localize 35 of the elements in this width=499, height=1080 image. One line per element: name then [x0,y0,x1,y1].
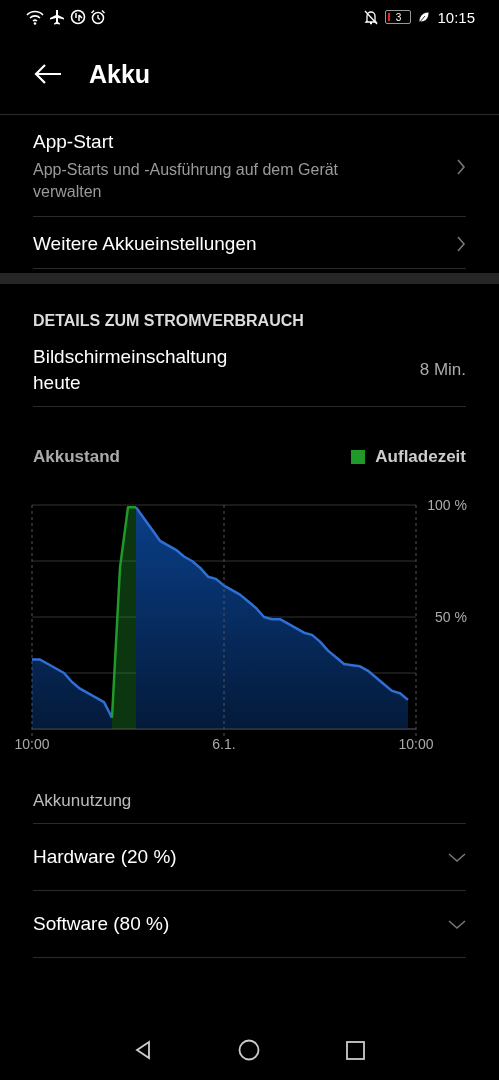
back-arrow-icon[interactable] [33,62,63,86]
screen-time-value: 8 Min. [419,360,466,380]
data-saver-icon [70,9,86,25]
axis-label: 10:00 [398,736,434,752]
muted-bell-icon [363,9,380,25]
axis-label: 100 % [427,497,467,513]
axis-label: 6.1. [212,736,236,752]
setting-title: Weitere Akkueinstellungen [33,233,257,255]
setting-title: App-Start [33,131,115,153]
chevron-down-icon [448,851,466,863]
back-icon[interactable] [134,1040,152,1060]
legend-label: Aufladezeit [375,447,466,467]
section-heading: DETAILS ZUM STROMVERBRAUCH [32,311,305,331]
page-title: Akku [89,59,151,89]
axis-label: 50 % [435,609,467,625]
usage-row[interactable]: Software (80 %) [33,891,466,958]
alarm-icon [90,9,106,25]
chevron-right-icon [456,158,466,176]
usage-row[interactable]: Hardware (20 %) [33,824,466,891]
recents-icon[interactable] [346,1040,365,1060]
setting-description: App-Starts und -Ausführung auf dem Gerät verwalten [33,160,340,202]
wifi-icon [26,9,44,25]
section-heading: Akkunutzung [33,757,466,824]
chart-title: Akkustand [33,447,120,467]
chevron-down-icon [448,918,466,930]
home-icon[interactable] [238,1039,260,1061]
settings-row[interactable]: Weitere Akkueinstellungen [33,217,466,269]
screen-time-label: Bildschirmeinschaltung heute [33,345,229,395]
axis-label: 10:00 [14,736,50,752]
settings-row[interactable]: App-Start App-Starts und -Ausführung auf dem Gerät verwalten [33,115,466,217]
battery-indicator: 3 [385,10,412,24]
airplane-icon [48,9,66,25]
leaf-icon [417,10,432,24]
clock-time: 10:15 [437,8,475,26]
chevron-right-icon [456,235,466,253]
